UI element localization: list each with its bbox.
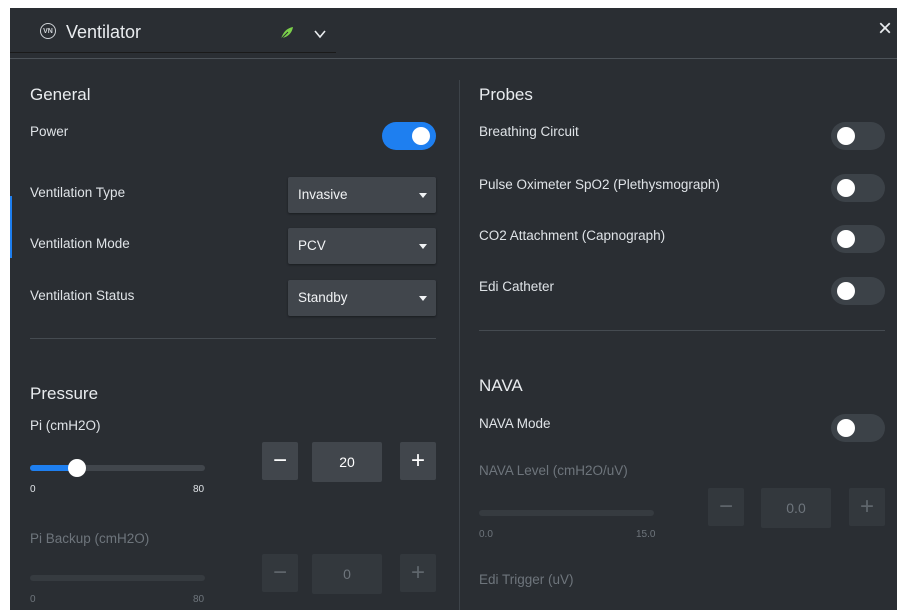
scroll-indicator[interactable] (10, 196, 12, 258)
pi-slider-min: 0 (30, 484, 36, 495)
breathing-circuit-toggle[interactable] (831, 122, 885, 150)
edi-catheter-label: Edi Catheter (479, 279, 555, 294)
toggle-knob (837, 127, 855, 145)
pi-decrement-button[interactable]: − (262, 442, 298, 480)
ventilation-status-label: Ventilation Status (30, 288, 135, 303)
toggle-knob (837, 230, 855, 248)
pi-slider-max: 80 (193, 484, 205, 495)
pi-backup-slider-track (30, 575, 205, 581)
breathing-circuit-label: Breathing Circuit (479, 124, 579, 139)
pi-backup-value-field: 0 (312, 554, 382, 594)
toggle-knob (837, 282, 855, 300)
pulse-oximeter-toggle[interactable] (831, 174, 885, 202)
pi-backup-label: Pi Backup (cmH2O) (30, 531, 150, 546)
pi-backup-slider-max: 80 (193, 594, 205, 605)
co2-attachment-label: CO2 Attachment (Capnograph) (479, 228, 666, 243)
general-divider (30, 338, 436, 339)
chevron-down-icon[interactable] (312, 26, 328, 42)
header-underline (10, 52, 336, 53)
panel-title: Ventilator (66, 22, 142, 42)
pi-backup-decrement-button: − (262, 554, 298, 592)
caret-down-icon (419, 193, 427, 198)
caret-down-icon (419, 296, 427, 301)
nava-mode-label: NAVA Mode (479, 416, 551, 431)
caret-down-icon (419, 244, 427, 249)
pi-slider-thumb[interactable] (68, 459, 86, 477)
ventilation-status-value: Standby (298, 290, 348, 305)
pi-backup-increment-button: + (400, 554, 436, 592)
pi-value-field[interactable]: 20 (312, 442, 382, 482)
nava-level-increment-button: + (849, 488, 885, 526)
ventilation-status-select[interactable]: Standby (288, 280, 436, 316)
power-label: Power (30, 124, 69, 139)
ventilation-type-label: Ventilation Type (30, 185, 126, 200)
close-icon[interactable]: × (874, 17, 896, 41)
header-divider (10, 58, 897, 59)
ventilation-type-select[interactable]: Invasive (288, 177, 436, 213)
column-divider (459, 80, 460, 610)
nava-level-label: NAVA Level (cmH2O/uV) (479, 463, 628, 478)
toggle-knob (837, 419, 855, 437)
nava-level-decrement-button: − (708, 488, 744, 526)
nava-level-slider-track (479, 510, 654, 516)
leaf-icon (280, 27, 293, 40)
ventilation-mode-select[interactable]: PCV (288, 228, 436, 264)
toggle-knob (837, 179, 855, 197)
edi-catheter-toggle[interactable] (831, 277, 885, 305)
pressure-heading: Pressure (30, 384, 99, 403)
nava-mode-toggle[interactable] (831, 414, 885, 442)
pi-backup-slider-min: 0 (30, 594, 36, 605)
general-heading: General (30, 85, 91, 104)
pulse-oximeter-label: Pulse Oximeter SpO2 (Plethysmograph) (479, 177, 720, 192)
power-toggle[interactable] (382, 122, 436, 150)
probes-heading: Probes (479, 85, 533, 104)
co2-attachment-toggle[interactable] (831, 225, 885, 253)
ventilation-type-value: Invasive (298, 187, 348, 202)
probes-divider (479, 330, 885, 331)
nava-level-value-field: 0.0 (761, 488, 831, 528)
nava-level-slider-min: 0.0 (479, 529, 493, 540)
edi-trigger-label: Edi Trigger (uV) (479, 572, 574, 587)
ventilation-mode-label: Ventilation Mode (30, 236, 130, 251)
pi-increment-button[interactable]: + (400, 442, 436, 480)
pi-label: Pi (cmH2O) (30, 418, 101, 433)
nava-level-slider-max: 15.0 (636, 529, 656, 540)
nava-heading: NAVA (479, 376, 523, 395)
ventilation-mode-value: PCV (298, 238, 326, 253)
toggle-knob (412, 127, 430, 145)
ventilator-logo-icon: VN (40, 23, 56, 39)
ventilator-panel: VN Ventilator × General Power Ventilatio… (10, 8, 897, 610)
